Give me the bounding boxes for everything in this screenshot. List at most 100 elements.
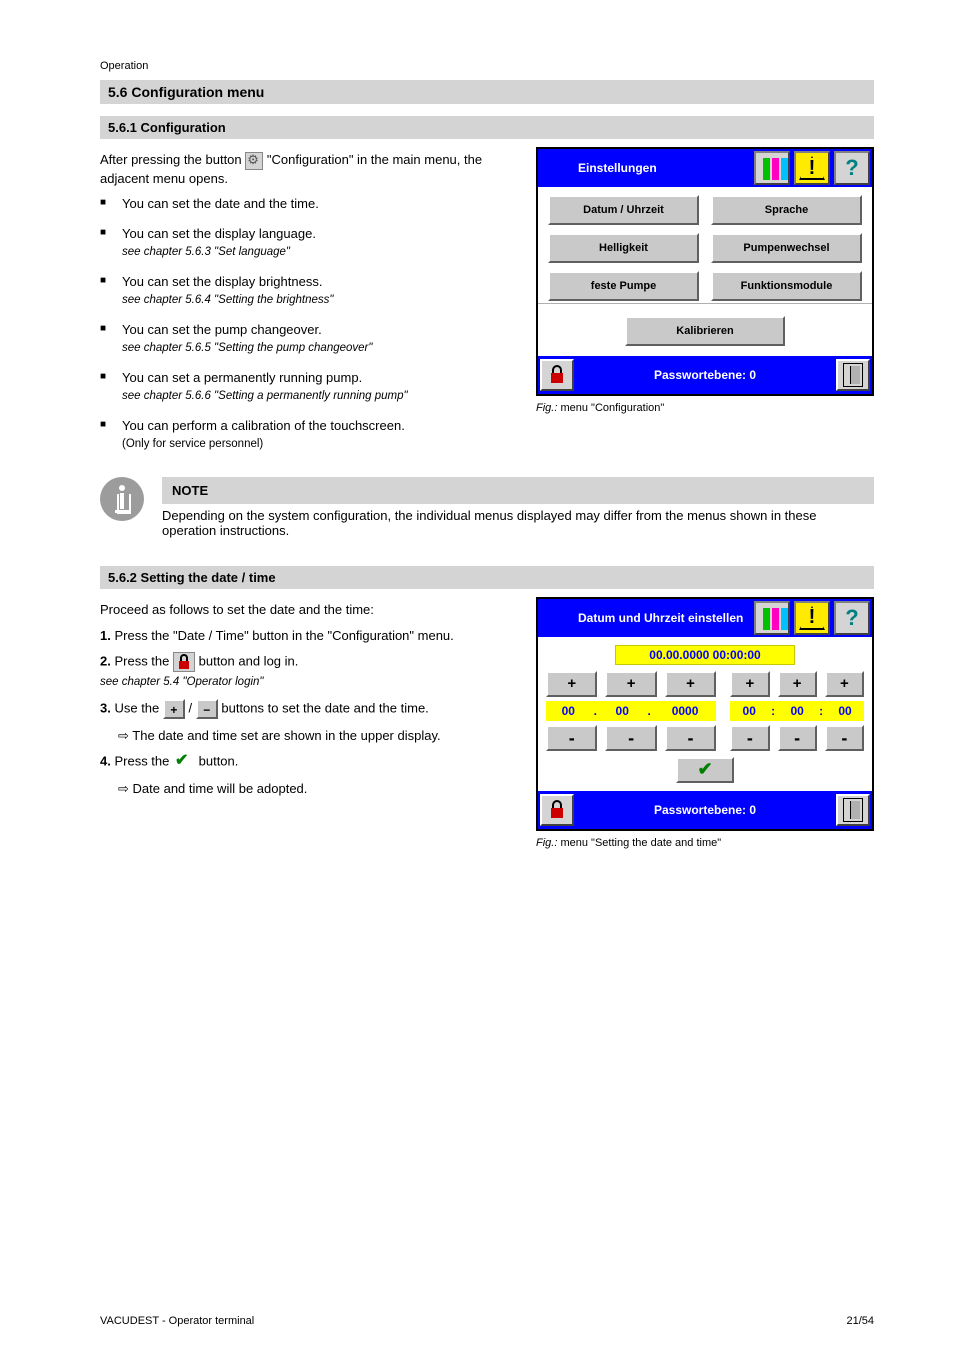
step-3-pre: Use the xyxy=(114,700,162,715)
minute-field: 00 xyxy=(778,701,816,721)
alarm-warning-button[interactable] xyxy=(794,601,830,635)
step-2-subnote: see chapter 5.4 "Operator login" xyxy=(100,676,264,688)
exit-button[interactable] xyxy=(836,794,870,826)
hmi-panel-datetime: Datum und Uhrzeit einstellen 00.00.0000 … xyxy=(536,597,874,831)
footer-password-level: Passwortebene: 0 xyxy=(574,368,836,382)
brightness-button[interactable]: Helligkeit xyxy=(548,233,699,263)
list-item-text: You can set the pump changeover. xyxy=(122,322,322,337)
footer-right: 21/54 xyxy=(846,1315,874,1327)
list-item-text: You can set a permanently running pump. xyxy=(122,370,362,385)
step-1: 1. Press the "Date / Time" button in the… xyxy=(100,627,512,645)
month-plus-button[interactable]: + xyxy=(605,671,656,697)
lock-icon xyxy=(173,652,195,672)
status-bars-button[interactable] xyxy=(754,151,790,185)
figure-caption: Fig.: menu "Setting the date and time" xyxy=(536,837,874,849)
lock-button[interactable] xyxy=(540,359,574,391)
step-4-post: button. xyxy=(199,754,239,769)
lock-icon xyxy=(550,367,564,383)
day-field: 00 xyxy=(546,701,591,721)
function-modules-button[interactable]: Funktionsmodule xyxy=(711,271,862,301)
step-2-pre: Press the xyxy=(114,654,173,669)
lock-icon xyxy=(550,802,564,818)
status-bars-button[interactable] xyxy=(754,601,790,635)
info-icon xyxy=(100,477,144,521)
lock-button[interactable] xyxy=(540,794,574,826)
date-time-button[interactable]: Datum / Uhrzeit xyxy=(548,195,699,225)
month-minus-button[interactable]: - xyxy=(605,725,656,751)
hmi-footer: Passwortebene: 0 xyxy=(538,791,872,829)
titlebar-app-icon xyxy=(538,599,572,637)
fixed-pump-button[interactable]: feste Pumpe xyxy=(548,271,699,301)
step-4-result: ⇨ Date and time will be adopted. xyxy=(100,780,512,798)
hour-minus-button[interactable]: - xyxy=(730,725,769,751)
list-item-subnote: see chapter 5.6.3 "Set language" xyxy=(122,246,290,258)
step-4: 4. Press the button. xyxy=(100,752,512,772)
list-item-text: You can set the display brightness. xyxy=(122,274,322,289)
hmi-titlebar: Einstellungen xyxy=(538,149,872,187)
list-item-text: You can set the display language. xyxy=(122,226,316,241)
step-3-tip: ⇨ The date and time set are shown in the… xyxy=(100,727,512,745)
list-item-text: You can set the date and the time. xyxy=(122,196,319,211)
year-field: 0000 xyxy=(654,701,716,721)
minute-minus-button[interactable]: - xyxy=(778,725,817,751)
figure-label: Fig.: xyxy=(536,402,557,414)
datetime-display: 00.00.0000 00:00:00 xyxy=(615,645,795,665)
step-3-post: buttons to set the date and the time. xyxy=(221,700,428,715)
titlebar-app-icon xyxy=(538,149,572,187)
subsection-heading-configuration: 5.6.1 Configuration xyxy=(100,116,874,139)
figure-label: Fig.: xyxy=(536,837,557,849)
exit-button[interactable] xyxy=(836,359,870,391)
pump-changeover-button[interactable]: Pumpenwechsel xyxy=(711,233,862,263)
note-callout: NOTE Depending on the system configurati… xyxy=(100,477,874,538)
intro-a-pre: After pressing the button xyxy=(100,152,245,167)
list-item-text: You can perform a calibration of the tou… xyxy=(122,418,405,433)
list-item: You can set the date and the time. xyxy=(100,195,512,213)
minus-key-icon: − xyxy=(196,699,218,719)
footer-password-level: Passwortebene: 0 xyxy=(574,803,836,817)
hmi-panel-configuration: Einstellungen Datum / Uhrzeit Sprache He… xyxy=(536,147,874,396)
check-icon xyxy=(173,752,195,772)
figure-caption-text: menu "Configuration" xyxy=(560,402,664,414)
step-2: 2. Press the button and log in. see chap… xyxy=(100,652,512,691)
year-plus-button[interactable]: + xyxy=(665,671,716,697)
minute-plus-button[interactable]: + xyxy=(778,671,817,697)
door-exit-icon xyxy=(843,798,863,822)
hmi-titlebar: Datum und Uhrzeit einstellen xyxy=(538,599,872,637)
step-2-post: button and log in. xyxy=(199,654,299,669)
list-item: You can set the display language. see ch… xyxy=(100,225,512,261)
list-item: You can set the display brightness. see … xyxy=(100,273,512,309)
year-minus-button[interactable]: - xyxy=(665,725,716,751)
hmi-footer: Passwortebene: 0 xyxy=(538,356,872,394)
help-button[interactable] xyxy=(834,151,870,185)
second-field: 00 xyxy=(826,701,864,721)
second-plus-button[interactable]: + xyxy=(825,671,864,697)
step-3: 3. Use the + / − buttons to set the date… xyxy=(100,699,512,719)
second-minus-button[interactable]: - xyxy=(825,725,864,751)
footer-left: VACUDEST - Operator terminal xyxy=(100,1315,254,1327)
language-button[interactable]: Sprache xyxy=(711,195,862,225)
date-separator: . xyxy=(591,701,600,721)
calibrate-button[interactable]: Kalibrieren xyxy=(625,316,785,346)
step-1-text: Press the "Date / Time" button in the "C… xyxy=(114,628,453,643)
step-4-result-text: Date and time will be adopted. xyxy=(133,781,308,796)
day-plus-button[interactable]: + xyxy=(546,671,597,697)
list-item: You can set a permanently running pump. … xyxy=(100,369,512,405)
alarm-warning-button[interactable] xyxy=(794,151,830,185)
figure-caption-text: menu "Setting the date and time" xyxy=(560,837,721,849)
hour-plus-button[interactable]: + xyxy=(730,671,769,697)
door-exit-icon xyxy=(843,363,863,387)
step-4-pre: Press the xyxy=(114,754,173,769)
list-item-subnote: see chapter 5.6.5 "Setting the pump chan… xyxy=(122,342,372,354)
step-3-tip-text: The date and time set are shown in the u… xyxy=(132,728,440,743)
hour-field: 00 xyxy=(730,701,768,721)
page-footer: VACUDEST - Operator terminal 21/54 xyxy=(100,1315,874,1327)
steps-intro: Proceed as follows to set the date and t… xyxy=(100,601,512,619)
subsection-heading-datetime: 5.6.2 Setting the date / time xyxy=(100,566,874,589)
help-button[interactable] xyxy=(834,601,870,635)
running-header: Operation xyxy=(100,60,874,72)
day-minus-button[interactable]: - xyxy=(546,725,597,751)
confirm-button[interactable]: ✔ xyxy=(676,757,734,783)
date-separator: . xyxy=(645,701,654,721)
titlebar-title: Einstellungen xyxy=(572,149,752,187)
titlebar-title: Datum und Uhrzeit einstellen xyxy=(572,599,752,637)
